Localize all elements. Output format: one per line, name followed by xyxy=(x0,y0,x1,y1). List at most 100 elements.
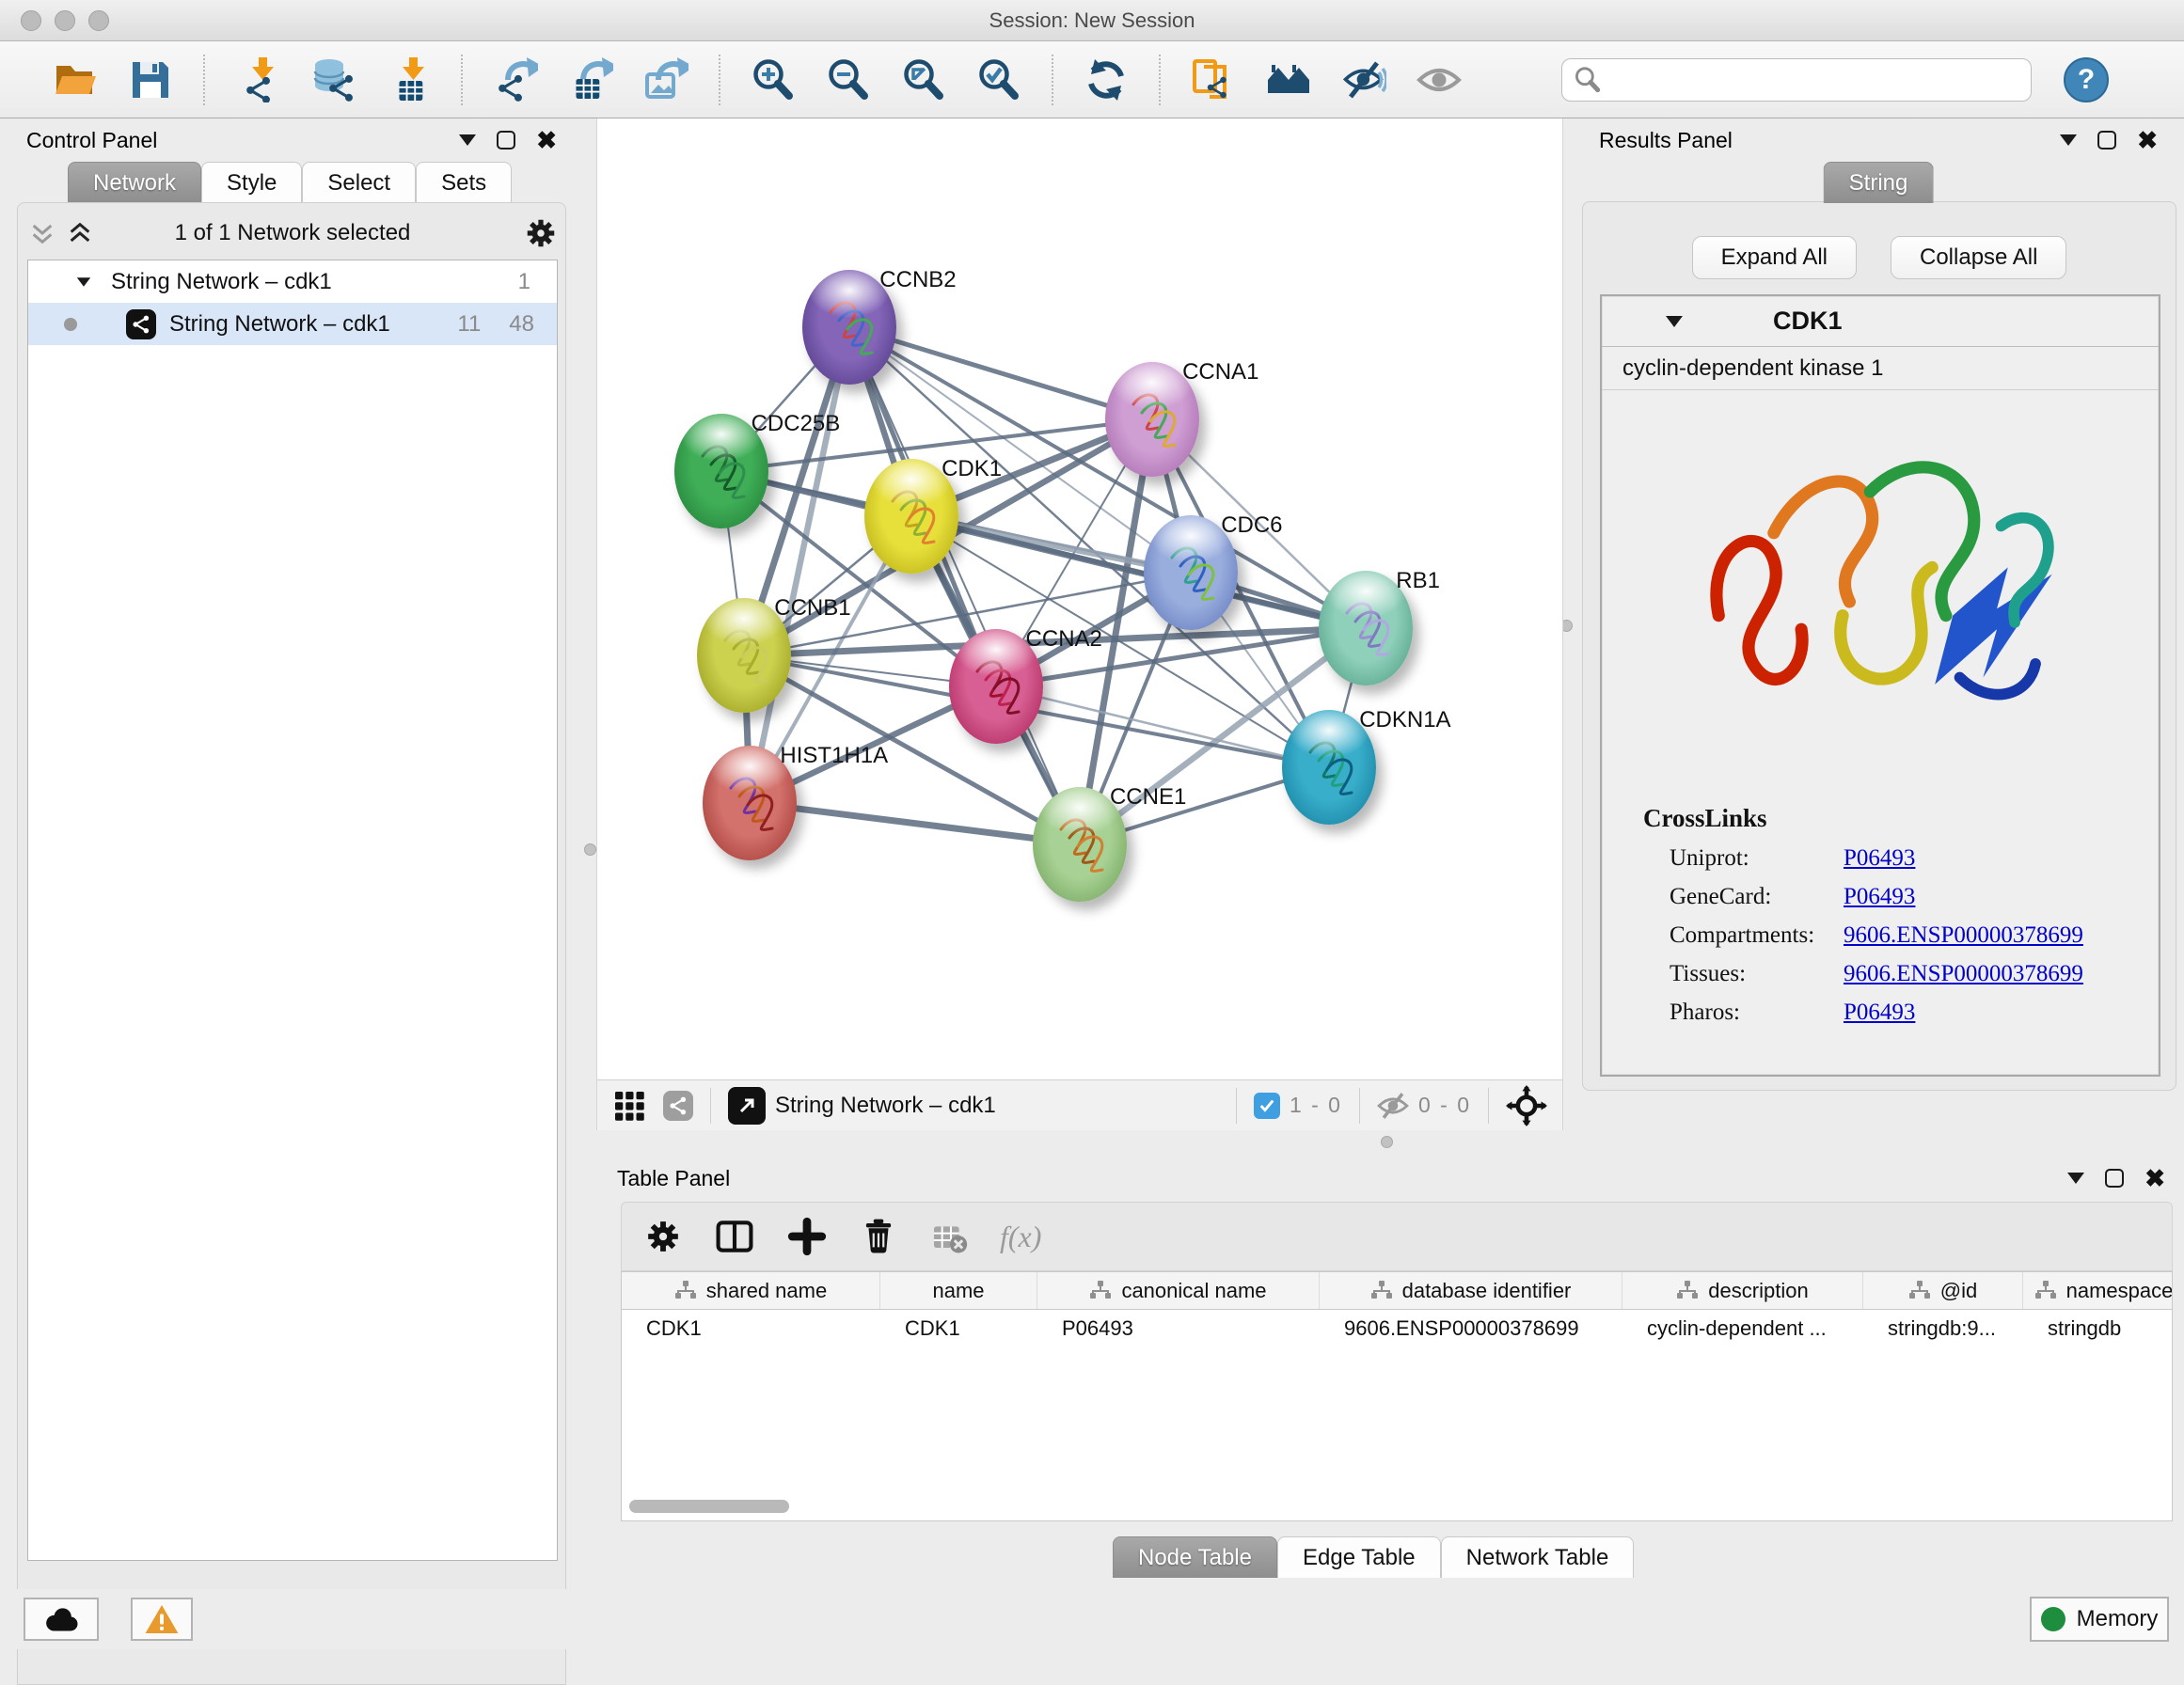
table-cell[interactable]: stringdb xyxy=(2023,1310,2173,1347)
memory-button[interactable]: Memory xyxy=(2030,1597,2169,1642)
collapse-all-networks-icon[interactable] xyxy=(27,218,57,248)
hidden-eye-icon[interactable] xyxy=(1377,1090,1409,1122)
import-network-database-icon[interactable] xyxy=(310,57,356,102)
column-header[interactable]: name xyxy=(880,1272,1037,1309)
collapse-all-button[interactable]: Collapse All xyxy=(1891,236,2066,279)
crosslink-value-link[interactable]: P06493 xyxy=(1844,845,1915,872)
horizontal-splitter-handle[interactable] xyxy=(1381,1136,1393,1148)
refresh-icon[interactable] xyxy=(1084,57,1129,102)
column-header[interactable]: canonical name xyxy=(1037,1272,1320,1309)
results-panel-menu-icon[interactable] xyxy=(2060,134,2077,146)
crosslink-value-link[interactable]: 9606.ENSP00000378699 xyxy=(1844,961,2083,987)
node-label: CCNB1 xyxy=(774,595,850,622)
tab-string[interactable]: String xyxy=(1824,162,1934,203)
toolbar-search-box[interactable] xyxy=(1561,58,2032,102)
export-image-icon[interactable] xyxy=(643,57,688,102)
create-column-icon[interactable] xyxy=(787,1217,827,1256)
warning-icon xyxy=(144,1603,180,1635)
table-header-row: shared namenamecanonical namedatabase id… xyxy=(622,1272,2172,1310)
table-horizontal-scrollbar[interactable] xyxy=(622,1500,2172,1515)
toolbar-separator xyxy=(1052,55,1053,105)
collection-expander-icon[interactable] xyxy=(77,277,90,287)
table-panel-close-icon[interactable]: ✖ xyxy=(2144,1169,2165,1188)
protein-description: cyclin-dependent kinase 1 xyxy=(1602,347,2159,390)
table-cell[interactable]: stringdb:9... xyxy=(1863,1310,2023,1347)
column-header[interactable]: database identifier xyxy=(1320,1272,1622,1309)
selected-checkbox-icon[interactable] xyxy=(1254,1093,1280,1119)
control-panel-float-icon[interactable] xyxy=(497,131,515,150)
table-panel-title: Table Panel xyxy=(617,1166,730,1191)
hide-selected-icon[interactable] xyxy=(1341,57,1386,102)
crosslink-value-link[interactable]: P06493 xyxy=(1844,884,1915,910)
crosslink-row: Compartments:9606.ENSP00000378699 xyxy=(1602,922,2159,949)
save-session-icon[interactable] xyxy=(128,57,173,102)
control-panel-close-icon[interactable]: ✖ xyxy=(536,131,557,150)
node-label: RB1 xyxy=(1396,568,1440,594)
first-neighbors-icon[interactable] xyxy=(1191,57,1236,102)
help-icon[interactable]: ? xyxy=(2064,57,2109,102)
table-row[interactable]: CDK1CDK1P064939606.ENSP00000378699cyclin… xyxy=(622,1310,2172,1347)
open-in-window-icon[interactable] xyxy=(728,1087,766,1125)
table-cell[interactable]: CDK1 xyxy=(880,1310,1037,1347)
results-panel-close-icon[interactable]: ✖ xyxy=(2137,131,2158,150)
crosslink-value-link[interactable]: P06493 xyxy=(1844,1000,1915,1026)
protein-name: CDK1 xyxy=(1773,307,1843,336)
table-cell[interactable]: cyclin-dependent ... xyxy=(1622,1310,1863,1347)
expand-all-networks-icon[interactable] xyxy=(65,218,95,248)
center-view-crosshair-icon[interactable] xyxy=(1506,1085,1547,1126)
zoom-selected-icon[interactable] xyxy=(976,57,1021,102)
show-columns-icon[interactable] xyxy=(714,1216,755,1257)
left-splitter-handle[interactable] xyxy=(584,843,596,856)
table-panel-float-icon[interactable] xyxy=(2105,1169,2124,1188)
tab-network[interactable]: Network xyxy=(68,162,201,203)
column-header[interactable]: shared name xyxy=(622,1272,880,1309)
tab-sets[interactable]: Sets xyxy=(416,162,512,203)
tab-select[interactable]: Select xyxy=(302,162,416,203)
scrollbar-thumb[interactable] xyxy=(629,1500,789,1513)
table-panel-menu-icon[interactable] xyxy=(2067,1173,2084,1184)
tab-style[interactable]: Style xyxy=(201,162,302,203)
node-label: CDK1 xyxy=(942,456,1002,482)
import-table-file-icon[interactable] xyxy=(386,57,431,102)
warnings-button[interactable] xyxy=(131,1598,193,1641)
node-table[interactable]: shared namenamecanonical namedatabase id… xyxy=(621,1271,2173,1521)
table-options-gear-icon[interactable] xyxy=(644,1218,682,1255)
table-cell[interactable]: P06493 xyxy=(1037,1310,1320,1347)
export-table-icon[interactable] xyxy=(568,57,613,102)
network-view-toolbar: String Network – cdk1 1 - 0 0 - 0 xyxy=(596,1079,1563,1130)
column-header[interactable]: @id xyxy=(1863,1272,2023,1309)
expand-all-button[interactable]: Expand All xyxy=(1692,236,1857,279)
tab-network-table[interactable]: Network Table xyxy=(1441,1536,1635,1578)
delete-column-icon[interactable] xyxy=(859,1217,898,1256)
zoom-fit-icon[interactable] xyxy=(901,57,946,102)
show-all-icon[interactable] xyxy=(1416,57,1462,102)
table-cell[interactable]: CDK1 xyxy=(622,1310,880,1347)
zoom-in-icon[interactable] xyxy=(751,57,796,102)
tab-edge-table[interactable]: Edge Table xyxy=(1277,1536,1441,1578)
import-network-file-icon[interactable] xyxy=(235,57,280,102)
birdseye-grid-icon[interactable] xyxy=(612,1089,646,1123)
results-panel-float-icon[interactable] xyxy=(2097,131,2116,150)
tab-node-table[interactable]: Node Table xyxy=(1113,1536,1277,1578)
zoom-out-icon[interactable] xyxy=(826,57,871,102)
table-cell[interactable]: 9606.ENSP00000378699 xyxy=(1320,1310,1622,1347)
protein-structure-image xyxy=(1677,409,2091,795)
protein-card-header[interactable]: CDK1 xyxy=(1602,296,2159,347)
network-row-selected[interactable]: String Network – cdk1 11 48 xyxy=(28,303,557,345)
open-session-icon[interactable] xyxy=(53,57,98,102)
cloud-status-button[interactable] xyxy=(24,1598,99,1641)
network-view-canvas[interactable]: CCNB2CCNA1CDC25BCDK1CDC6RB1CCNB1CCNA2CDK… xyxy=(596,118,1563,1079)
collection-name: String Network – cdk1 xyxy=(111,269,332,295)
home-icon[interactable] xyxy=(1266,57,1311,102)
crosslink-value-link[interactable]: 9606.ENSP00000378699 xyxy=(1844,922,2083,949)
export-network-icon[interactable] xyxy=(493,57,538,102)
network-options-gear-icon[interactable] xyxy=(524,216,558,250)
toolbar-separator xyxy=(1159,55,1161,105)
search-input[interactable] xyxy=(1602,68,2006,92)
protein-expander-icon[interactable] xyxy=(1666,316,1683,327)
results-panel: Results Panel ✖ String Expand All Collap… xyxy=(1573,118,2184,1130)
column-header[interactable]: namespace xyxy=(2023,1272,2173,1309)
control-panel-menu-icon[interactable] xyxy=(459,134,476,146)
column-header[interactable]: description xyxy=(1622,1272,1863,1309)
network-collection-row[interactable]: String Network – cdk1 1 xyxy=(28,260,557,303)
